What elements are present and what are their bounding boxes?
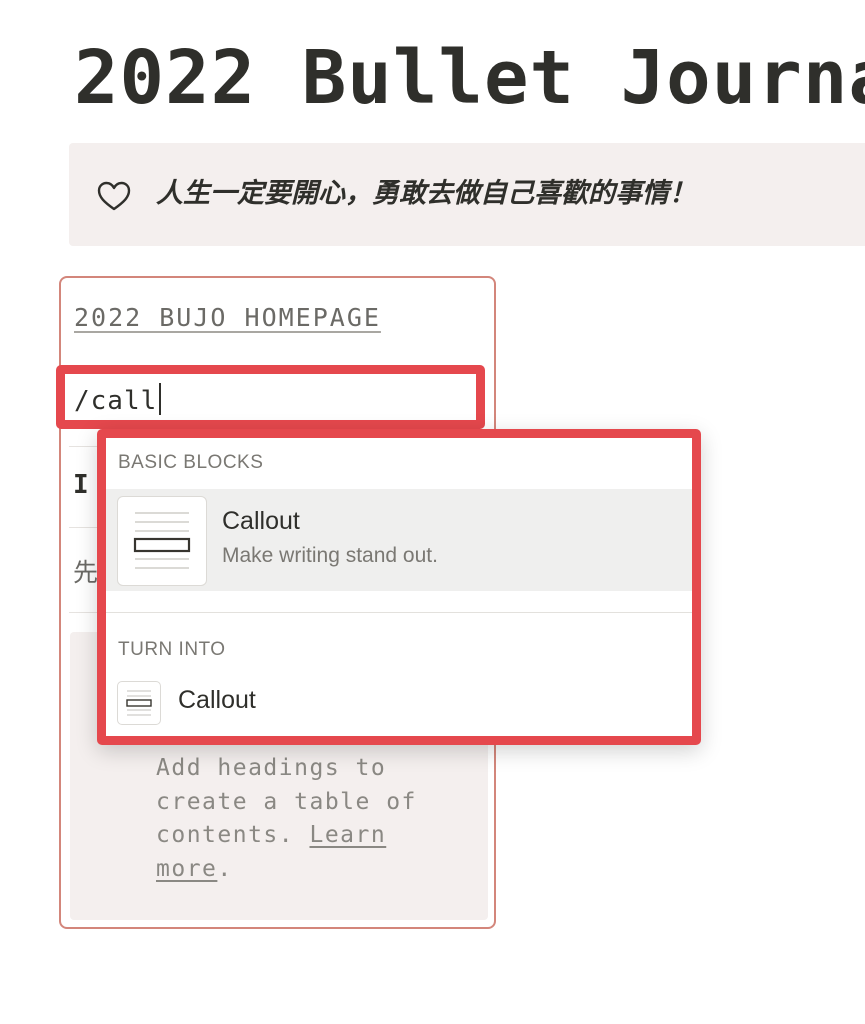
menu-divider [106,612,692,613]
menu-item-turn-into-callout[interactable]: Callout [178,686,256,715]
callout-block-icon[interactable] [117,681,161,725]
toc-empty-message: Add headings to create a table of conten… [156,752,476,886]
section-label-basic-blocks: BASIC BLOCKS [118,452,264,473]
section-label-turn-into: TURN INTO [118,639,226,660]
heart-outline-icon[interactable] [95,177,133,215]
partial-text: 先 [73,558,99,587]
slash-command-text: /call [74,386,158,416]
toc-suffix: . [217,855,233,882]
page-title[interactable]: 2022 Bullet Journa [74,30,865,126]
callout-text: 人生一定要開心，勇敢去做自己喜歡的事情！ [156,178,696,209]
callout-block-icon [117,496,207,586]
text-caret [159,383,162,415]
partial-heading-text: I [73,470,89,500]
slash-command-input[interactable]: /call [74,383,162,419]
card-heading-link[interactable]: 2022 BUJO HOMEPAGE [74,300,381,336]
menu-item-title: Callout [222,507,300,535]
menu-item-description: Make writing stand out. [222,544,438,567]
